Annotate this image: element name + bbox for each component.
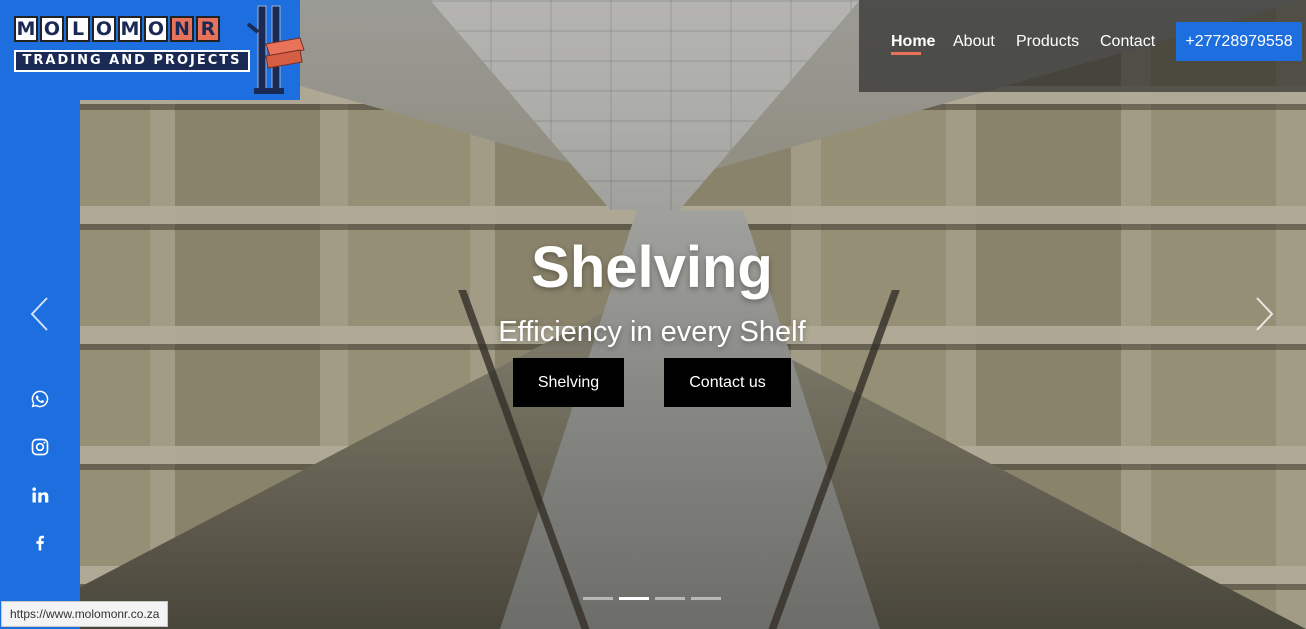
logo-letter: L [66, 16, 90, 42]
carousel-indicators [583, 597, 721, 600]
logo-letter: M [118, 16, 142, 42]
logo-letter: M [14, 16, 38, 42]
nav-home[interactable]: Home [891, 33, 935, 51]
contact-us-button[interactable]: Contact us [664, 358, 791, 407]
instagram-icon[interactable] [26, 433, 54, 461]
hero-title: Shelving [531, 235, 773, 300]
nav-active-indicator [891, 52, 921, 55]
logo-letter: O [144, 16, 168, 42]
logo-letter: O [40, 16, 64, 42]
carousel-indicator[interactable] [691, 597, 721, 600]
logo-wordmark: M O L O M O N R [14, 16, 220, 42]
whatsapp-icon[interactable] [26, 385, 54, 413]
nav-contact[interactable]: Contact [1100, 33, 1155, 51]
carousel-indicator-active[interactable] [619, 597, 649, 600]
logo-subtitle: TRADING AND PROJECTS [14, 50, 250, 72]
carousel-next-button[interactable] [1251, 294, 1277, 334]
facebook-icon[interactable] [26, 529, 54, 557]
nav-products[interactable]: Products [1016, 33, 1079, 51]
steel-beam-icon [246, 5, 305, 94]
logo-letter: N [170, 16, 194, 42]
carousel-indicator[interactable] [655, 597, 685, 600]
chevron-right-icon [1256, 297, 1274, 331]
phone-button[interactable]: +27728979558 [1176, 22, 1302, 61]
shelving-button[interactable]: Shelving [513, 358, 624, 407]
hero-subtitle: Efficiency in every Shelf [498, 316, 806, 348]
chevron-left-icon [30, 297, 48, 331]
brand-logo[interactable]: M O L O M O N R TRADING AND PROJECTS [0, 0, 305, 100]
carousel-prev-button[interactable] [27, 294, 53, 334]
link-status-bar: https://www.molomonr.co.za [1, 601, 169, 627]
carousel-indicator[interactable] [583, 597, 613, 600]
nav-about[interactable]: About [953, 33, 995, 51]
linkedin-icon[interactable] [26, 481, 54, 509]
page: M O L O M O N R TRADING AND PROJECTS Hom… [0, 0, 1306, 629]
logo-letter: R [196, 16, 220, 42]
logo-letter: O [92, 16, 116, 42]
